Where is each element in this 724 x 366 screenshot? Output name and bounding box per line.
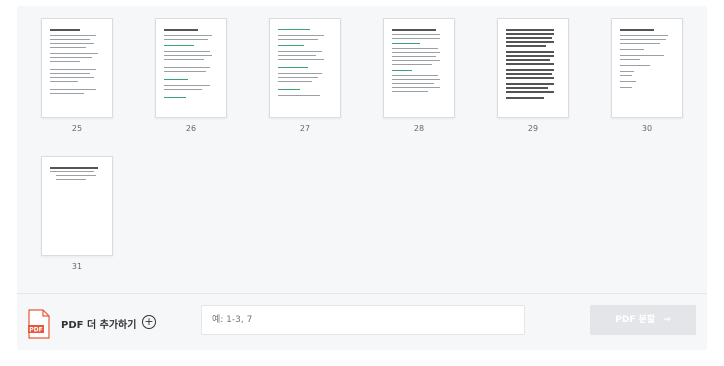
page-number: 26 (185, 124, 197, 133)
page-thumbnail[interactable]: 25 (41, 18, 113, 133)
page-preview (41, 18, 113, 118)
bottom-toolbar: PDF PDF 더 추가하기 + PDF 분할 → (17, 293, 707, 351)
page-thumbnail[interactable]: 26 (155, 18, 227, 133)
split-workspace: 25 26 27 28 29 30 31 PDF PDF 더 추가하기 + 예:… (17, 6, 707, 350)
page-number: 30 (641, 124, 653, 133)
split-pdf-button[interactable]: PDF 분할 → (590, 305, 696, 335)
page-number: 29 (527, 124, 539, 133)
split-pdf-label: PDF 분할 (615, 315, 656, 325)
page-number: 31 (71, 262, 83, 271)
page-number: 27 (299, 124, 311, 133)
svg-text:PDF: PDF (29, 327, 42, 334)
page-range-input[interactable] (201, 305, 525, 335)
page-preview (269, 18, 341, 118)
page-preview (41, 156, 113, 256)
page-number: 28 (413, 124, 425, 133)
arrow-right-icon: → (663, 315, 671, 325)
page-thumbnail[interactable]: 28 (383, 18, 455, 133)
add-more-pdf-button[interactable]: PDF 더 추가하기 (61, 316, 136, 331)
page-preview (383, 18, 455, 118)
page-preview (155, 18, 227, 118)
page-thumbnail[interactable]: 27 (269, 18, 341, 133)
page-number: 25 (71, 124, 83, 133)
pdf-file-icon[interactable]: PDF (28, 309, 50, 339)
page-thumbnail[interactable]: 29 (497, 18, 569, 133)
page-thumbnail[interactable]: 30 (611, 18, 683, 133)
page-preview (611, 18, 683, 118)
plus-circle-icon[interactable]: + (142, 315, 156, 329)
page-preview (497, 18, 569, 118)
page-thumbnail-grid: 25 26 27 28 29 30 31 (17, 6, 707, 288)
page-thumbnail[interactable]: 31 (41, 156, 113, 271)
